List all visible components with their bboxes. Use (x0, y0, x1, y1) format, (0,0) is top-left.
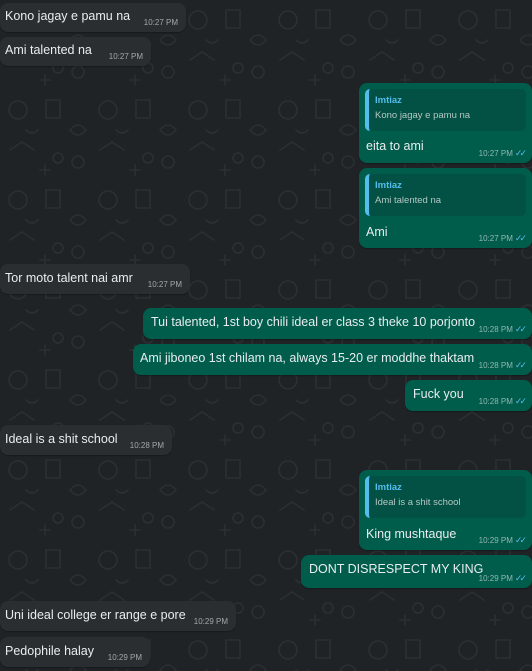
message-text: King mushtaque (366, 527, 457, 541)
message-incoming[interactable]: Tor moto talent nai amr 10:27 PM (0, 264, 190, 294)
message-outgoing[interactable]: Tui talented, 1st boy chili ideal er cla… (143, 308, 532, 339)
quoted-text: Kono jagay e pamu na (375, 110, 471, 121)
message-text: Ideal is a shit school (5, 432, 118, 446)
double-check-icon: ✓✓ (514, 396, 527, 406)
message-text: Kono jagay e pamu na (5, 9, 131, 23)
message-outgoing[interactable]: Imtiaz Kono jagay e pamu na eita to ami … (359, 83, 532, 163)
message-time: 10:29 PM (478, 536, 513, 545)
message-time: 10:27 PM (147, 280, 182, 289)
message-outgoing[interactable]: Imtiaz Ami talented na Ami 10:27 PM ✓✓ (359, 168, 532, 248)
message-time: 10:27 PM (108, 52, 143, 61)
quoted-message[interactable]: Imtiaz Ideal is a shit school (365, 476, 526, 518)
quoted-author: Imtiaz (375, 95, 402, 106)
message-outgoing[interactable]: DONT DISRESPECT MY KING 10:29 PM ✓✓ (301, 555, 532, 588)
message-incoming[interactable]: Ideal is a shit school 10:28 PM (0, 425, 172, 455)
message-outgoing[interactable]: Ami jiboneo 1st chilam na, always 15-20 … (133, 344, 532, 375)
message-outgoing[interactable]: Imtiaz Ideal is a shit school King musht… (359, 470, 532, 550)
message-time: 10:27 PM (143, 18, 178, 27)
message-time: 10:28 PM (478, 325, 513, 334)
quoted-author: Imtiaz (375, 482, 402, 493)
message-time: 10:27 PM (478, 149, 513, 158)
quoted-text: Ami talented na (375, 195, 442, 206)
double-check-icon: ✓✓ (514, 573, 527, 583)
message-time: 10:28 PM (129, 441, 164, 450)
message-text: Ami (366, 225, 388, 239)
message-incoming[interactable]: Kono jagay e pamu na 10:27 PM (0, 3, 186, 32)
message-time: 10:29 PM (193, 617, 228, 626)
message-text: Fuck you (413, 387, 464, 401)
message-text: Ami jiboneo 1st chilam na, always 15-20 … (140, 351, 475, 365)
message-text: eita to ami (366, 139, 424, 153)
message-text: Pedophile halay (5, 644, 94, 658)
message-incoming[interactable]: Uni ideal college er range e pore 10:29 … (0, 601, 236, 631)
message-text: Uni ideal college er range e pore (5, 608, 186, 622)
double-check-icon: ✓✓ (514, 148, 527, 158)
quoted-message[interactable]: Imtiaz Kono jagay e pamu na (365, 89, 526, 131)
message-time: 10:29 PM (107, 653, 142, 662)
message-text: Tui talented, 1st boy chili ideal er cla… (151, 315, 476, 329)
message-text: Tor moto talent nai amr (5, 271, 133, 285)
message-outgoing[interactable]: Fuck you 10:28 PM ✓✓ (405, 380, 532, 411)
message-text: Ami talented na (5, 43, 92, 57)
quoted-author: Imtiaz (375, 180, 402, 191)
message-incoming[interactable]: Pedophile halay 10:29 PM (0, 637, 150, 667)
message-incoming[interactable]: Ami talented na 10:27 PM (0, 37, 151, 66)
double-check-icon: ✓✓ (514, 360, 527, 370)
message-time: 10:27 PM (478, 234, 513, 243)
message-time: 10:28 PM (478, 361, 513, 370)
message-time: 10:28 PM (478, 397, 513, 406)
quoted-text: Ideal is a shit school (375, 497, 461, 508)
message-text: DONT DISRESPECT MY KING (309, 562, 484, 576)
double-check-icon: ✓✓ (514, 535, 527, 545)
quoted-message[interactable]: Imtiaz Ami talented na (365, 174, 526, 216)
double-check-icon: ✓✓ (514, 324, 527, 334)
message-time: 10:29 PM (478, 574, 513, 583)
double-check-icon: ✓✓ (514, 233, 527, 243)
